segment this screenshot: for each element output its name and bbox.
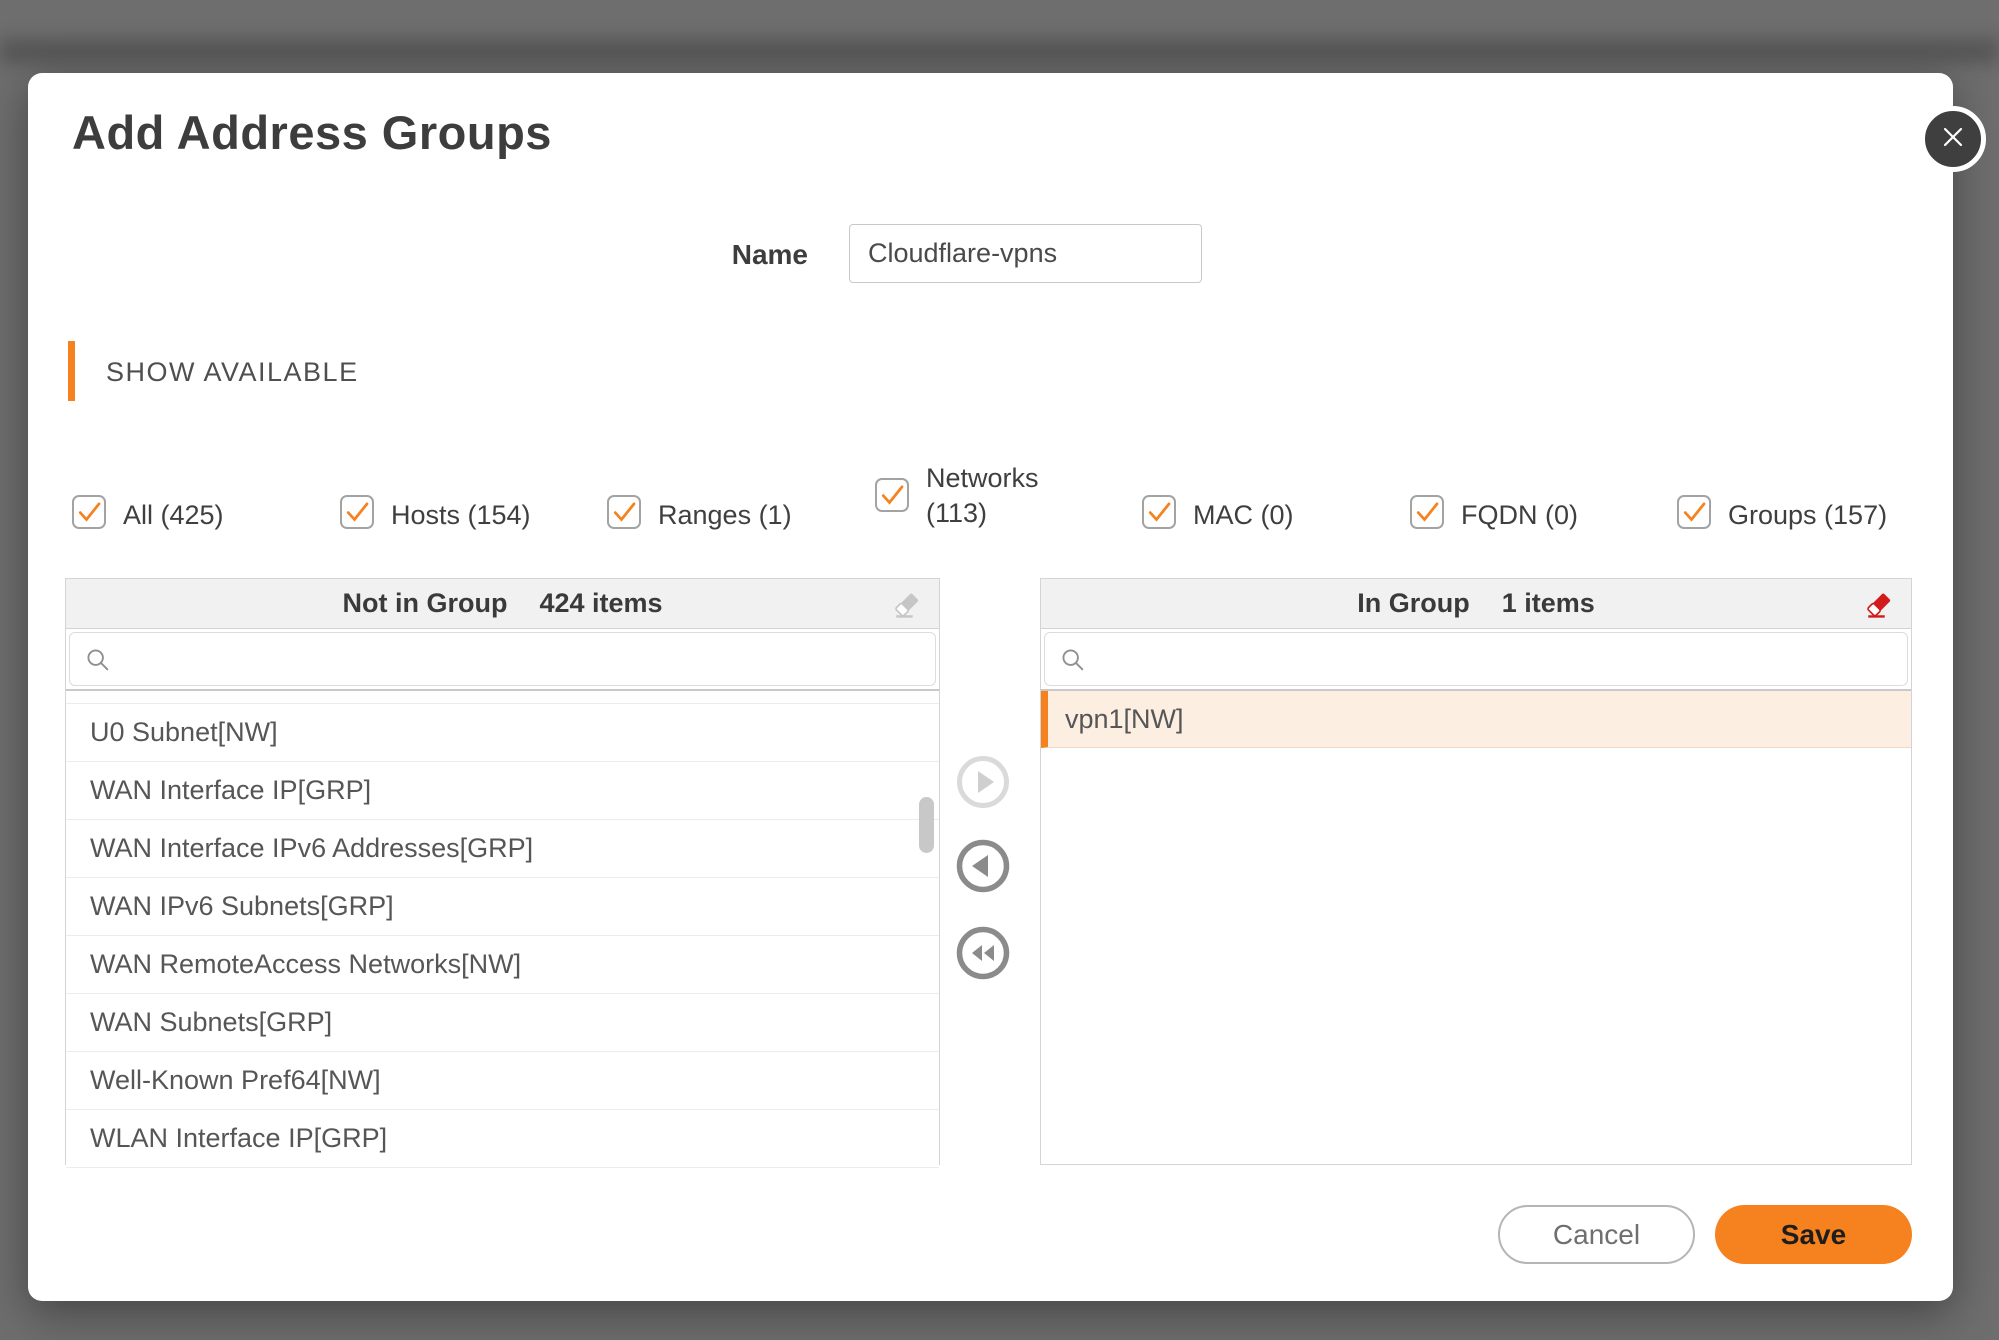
checkbox-all[interactable]: [72, 495, 106, 529]
close-button[interactable]: [1920, 106, 1986, 172]
in-group-list: vpn1[NW]: [1041, 691, 1911, 748]
not-in-group-search: [69, 632, 936, 686]
checkbox-groups[interactable]: [1677, 495, 1711, 529]
add-address-groups-dialog: Add Address Groups Name SHOW AVAILABLE A…: [28, 73, 1953, 1301]
double-arrow-left-icon: [955, 968, 1011, 985]
dialog-title: Add Address Groups: [72, 105, 552, 160]
filter-label: FQDN (0): [1461, 495, 1578, 533]
checkbox-ranges[interactable]: [607, 495, 641, 529]
in-group-panel: In Group 1 items vpn1[NW]: [1040, 578, 1912, 1165]
clear-group-eraser-icon[interactable]: [1863, 586, 1899, 622]
list-item[interactable]: WAN Interface IPv6 Addresses[GRP]: [66, 820, 939, 878]
filter-mac: MAC (0): [1142, 495, 1294, 533]
move-all-left-button[interactable]: [955, 925, 1011, 981]
in-group-search-input[interactable]: [1097, 633, 1899, 685]
name-input[interactable]: [849, 224, 1202, 283]
filter-groups: Groups (157): [1677, 495, 1887, 533]
filter-networks: Networks (113): [875, 478, 1048, 531]
panel-title: In Group: [1357, 588, 1469, 619]
arrow-right-icon: [955, 797, 1011, 814]
move-left-button[interactable]: [955, 838, 1011, 894]
filter-all: All (425): [72, 495, 224, 533]
clear-selection-eraser-icon[interactable]: [891, 586, 927, 622]
list-item-selected[interactable]: vpn1[NW]: [1041, 691, 1911, 748]
not-in-group-search-input[interactable]: [122, 633, 927, 685]
scrollbar-thumb[interactable]: [919, 797, 934, 853]
filter-label: Networks (113): [926, 461, 1048, 531]
list-item[interactable]: WAN Interface IP[GRP]: [66, 762, 939, 820]
filter-label: Ranges (1): [658, 495, 792, 533]
not-in-group-header: Not in Group 424 items: [66, 579, 939, 629]
list-item[interactable]: WLAN Interface IP[GRP]: [66, 1110, 939, 1168]
cancel-button[interactable]: Cancel: [1498, 1205, 1695, 1264]
move-right-button[interactable]: [955, 754, 1011, 810]
save-button[interactable]: Save: [1715, 1205, 1912, 1264]
panel-count: 424 items: [539, 588, 662, 619]
panel-title: Not in Group: [342, 588, 507, 619]
list-item[interactable]: WAN Subnets[GRP]: [66, 994, 939, 1052]
search-icon: [84, 646, 112, 679]
list-item-partial[interactable]: [66, 691, 939, 704]
section-accent-bar: [68, 341, 75, 401]
panel-count: 1 items: [1502, 588, 1595, 619]
name-label: Name: [608, 239, 808, 271]
list-item[interactable]: WAN IPv6 Subnets[GRP]: [66, 878, 939, 936]
checkbox-hosts[interactable]: [340, 495, 374, 529]
in-group-header: In Group 1 items: [1041, 579, 1911, 629]
close-icon: [1938, 122, 1968, 157]
checkbox-mac[interactable]: [1142, 495, 1176, 529]
filter-label: All (425): [123, 495, 224, 533]
not-in-group-list: U0 Subnet[NW] WAN Interface IP[GRP] WAN …: [66, 691, 939, 1168]
filter-ranges: Ranges (1): [607, 495, 792, 533]
list-item[interactable]: Well-Known Pref64[NW]: [66, 1052, 939, 1110]
filter-label: Groups (157): [1728, 495, 1887, 533]
backdrop-blur-band: [0, 38, 1999, 64]
filter-fqdn: FQDN (0): [1410, 495, 1578, 533]
checkbox-networks[interactable]: [875, 478, 909, 512]
filter-label: MAC (0): [1193, 495, 1294, 533]
filter-hosts: Hosts (154): [340, 495, 531, 533]
checkbox-fqdn[interactable]: [1410, 495, 1444, 529]
list-item[interactable]: U0 Subnet[NW]: [66, 704, 939, 762]
not-in-group-panel: Not in Group 424 items U0 Subnet[NW: [65, 578, 940, 1165]
filter-label: Hosts (154): [391, 495, 531, 533]
arrow-left-icon: [955, 881, 1011, 898]
search-icon: [1059, 646, 1087, 679]
section-label: SHOW AVAILABLE: [106, 357, 359, 388]
list-item[interactable]: WAN RemoteAccess Networks[NW]: [66, 936, 939, 994]
in-group-search: [1044, 632, 1908, 686]
